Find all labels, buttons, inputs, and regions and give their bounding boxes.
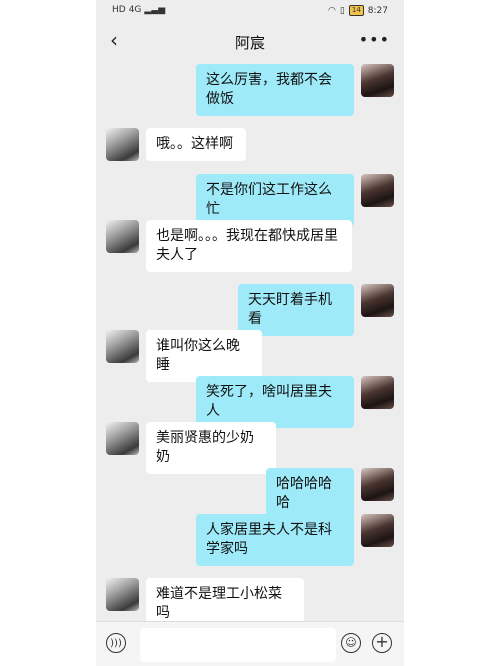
carrier-label: HD — [112, 5, 126, 15]
message-bubble[interactable]: 笑死了，啥叫居里夫人 — [196, 376, 354, 428]
message-bubble[interactable]: 人家居里夫人不是科学家吗 — [196, 514, 354, 566]
headphones-icon: ◠ — [328, 5, 336, 16]
avatar[interactable] — [106, 578, 139, 611]
status-bar: HD 4G ▂▃▅ ◠ ▯ 14 8:27 — [96, 0, 404, 20]
avatar[interactable] — [361, 514, 394, 547]
message-bubble[interactable]: 哦。。这样啊 — [146, 128, 246, 161]
emoji-icon[interactable]: ☺ — [341, 633, 361, 653]
plus-icon[interactable]: + — [372, 633, 392, 653]
message-bubble[interactable]: 天天盯着手机看 — [238, 284, 354, 336]
battery-indicator: 14 — [348, 5, 364, 16]
message-bubble[interactable]: 哈哈哈哈哈 — [266, 468, 354, 520]
avatar[interactable] — [361, 284, 394, 317]
message-bubble[interactable]: 不是你们这工作这么忙 — [196, 174, 354, 226]
message-input[interactable] — [140, 628, 336, 662]
message-list[interactable]: 这么厉害，我都不会做饭 哦。。这样啊 不是你们这工作这么忙 也是啊。。。我现在都… — [96, 62, 404, 630]
avatar[interactable] — [361, 468, 394, 501]
avatar[interactable] — [106, 220, 139, 253]
message-bubble[interactable]: 这么厉害，我都不会做饭 — [196, 64, 354, 116]
message-bubble[interactable]: 也是啊。。。我现在都快成居里夫人了 — [146, 220, 352, 272]
avatar[interactable] — [106, 422, 139, 455]
more-dots-icon[interactable]: ••• — [359, 30, 390, 49]
clock: 8:27 — [367, 5, 388, 16]
voice-icon[interactable]: ))) — [106, 633, 126, 653]
avatar[interactable] — [361, 174, 394, 207]
message-bubble[interactable]: 美丽贤惠的少奶奶 — [146, 422, 276, 474]
avatar[interactable] — [361, 64, 394, 97]
avatar[interactable] — [106, 330, 139, 363]
chat-input-bar: ))) ☺ + — [96, 621, 404, 666]
signal-label: 4G — [128, 5, 142, 15]
signal-bars-icon: ▂▃▅ — [144, 5, 166, 15]
message-bubble[interactable]: 谁叫你这么晚睡 — [146, 330, 262, 382]
avatar[interactable] — [106, 128, 139, 161]
chat-header: ‹ 阿宸 ••• — [96, 20, 404, 62]
phone-screen: HD 4G ▂▃▅ ◠ ▯ 14 8:27 ‹ 阿宸 ••• 这么厉害，我都不会… — [96, 0, 404, 666]
avatar[interactable] — [361, 376, 394, 409]
vibrate-icon: ▯ — [339, 5, 345, 16]
